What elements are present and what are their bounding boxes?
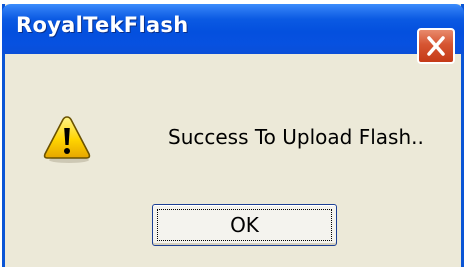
title-bar[interactable]: RoyalTekFlash xyxy=(2,4,464,64)
dialog-message: Success To Upload Flash.. xyxy=(168,125,424,149)
close-button[interactable] xyxy=(417,28,455,64)
close-icon xyxy=(427,36,445,56)
message-dialog: RoyalTekFlash Success To Upload Flash.. … xyxy=(2,4,464,267)
ok-button-label: OK xyxy=(157,209,332,241)
window-title: RoyalTekFlash xyxy=(16,13,189,37)
ok-button[interactable]: OK xyxy=(152,204,337,246)
warning-icon xyxy=(43,116,91,163)
